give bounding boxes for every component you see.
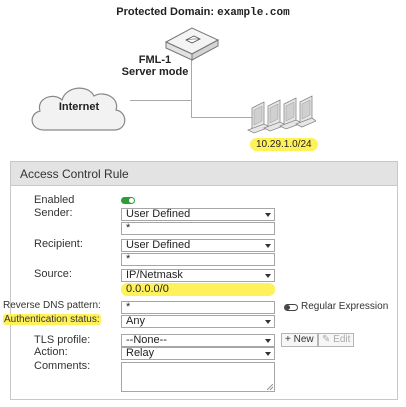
recipient-type-value: User Defined <box>126 239 191 251</box>
action-value: Relay <box>126 347 155 359</box>
resize-grip-icon[interactable] <box>267 384 273 390</box>
source-ip-input[interactable]: 0.0.0.0/0 <box>121 283 275 296</box>
source-label: Source: <box>34 268 72 280</box>
pc-group-icon <box>247 95 316 134</box>
regex-label: Regular Expression <box>301 301 389 312</box>
subnet-label: 10.29.1.0/24 <box>250 138 318 151</box>
access-control-rule-panel: Access Control Rule Enabled Sender: User… <box>3 161 398 400</box>
comments-label: Comments: <box>34 360 91 372</box>
tls-profile-select[interactable]: --None-- <box>121 334 275 347</box>
link-cloud-horizontal <box>130 100 192 101</box>
tls-dropdown-caret-icon <box>265 339 271 343</box>
network-diagram: Protected Domain: example.com FML-1 Serv… <box>0 0 406 158</box>
device-label: FML-1 Server mode <box>118 54 192 78</box>
reverse-dns-label: Reverse DNS pattern: <box>3 300 101 311</box>
action-label: Action: <box>34 346 68 358</box>
reverse-dns-input[interactable]: * <box>121 301 275 314</box>
comments-value <box>122 367 125 379</box>
comments-textarea[interactable] <box>121 362 275 392</box>
sender-type-value: User Defined <box>126 208 191 220</box>
source-type-value: IP/Netmask <box>126 269 183 281</box>
regex-toggle-knob <box>285 305 290 310</box>
device-name: FML-1 <box>138 54 172 66</box>
edit-button-label: Edit <box>333 334 351 345</box>
sender-label: Sender: <box>34 207 73 219</box>
auth-dropdown-caret-icon <box>265 320 271 324</box>
auth-status-select[interactable]: Any <box>121 315 275 328</box>
recipient-type-select[interactable]: User Defined <box>121 239 275 252</box>
enabled-toggle[interactable] <box>121 197 135 204</box>
source-type-select[interactable]: IP/Netmask <box>121 269 275 282</box>
enabled-toggle-knob <box>129 198 134 203</box>
sender-type-select[interactable]: User Defined <box>121 208 275 221</box>
recipient-label: Recipient: <box>34 238 83 250</box>
cloud-label: Internet <box>58 101 100 113</box>
device-mode: Server mode <box>121 66 189 78</box>
enabled-label: Enabled <box>34 194 75 206</box>
recipient-dropdown-caret-icon <box>265 244 271 248</box>
regex-toggle[interactable] <box>284 304 298 311</box>
sender-dropdown-caret-icon <box>265 213 271 217</box>
source-dropdown-caret-icon <box>265 274 271 278</box>
tls-profile-value: --None-- <box>126 334 167 346</box>
domain-name: example.com <box>217 7 290 19</box>
auth-status-value: Any <box>126 315 145 327</box>
tls-profile-label: TLS profile: <box>34 334 91 346</box>
diagram-title: Protected Domain: example.com <box>0 6 406 19</box>
link-pcs-horizontal <box>191 117 253 118</box>
recipient-pattern-input[interactable]: * <box>121 253 275 266</box>
source-ip-value: 0.0.0.0/0 <box>126 283 169 295</box>
auth-status-label: Authentication status: <box>3 314 101 325</box>
action-dropdown-caret-icon <box>265 352 271 356</box>
sender-pattern-input[interactable]: * <box>121 222 275 235</box>
new-tls-profile-button[interactable]: + New <box>281 333 318 347</box>
panel-title: Access Control Rule <box>11 162 397 186</box>
edit-tls-profile-button[interactable]: ✎ Edit <box>318 333 355 347</box>
action-select[interactable]: Relay <box>121 347 275 360</box>
edit-pencil-icon: ✎ <box>322 334 334 345</box>
domain-title-prefix: Protected Domain: <box>116 6 218 18</box>
